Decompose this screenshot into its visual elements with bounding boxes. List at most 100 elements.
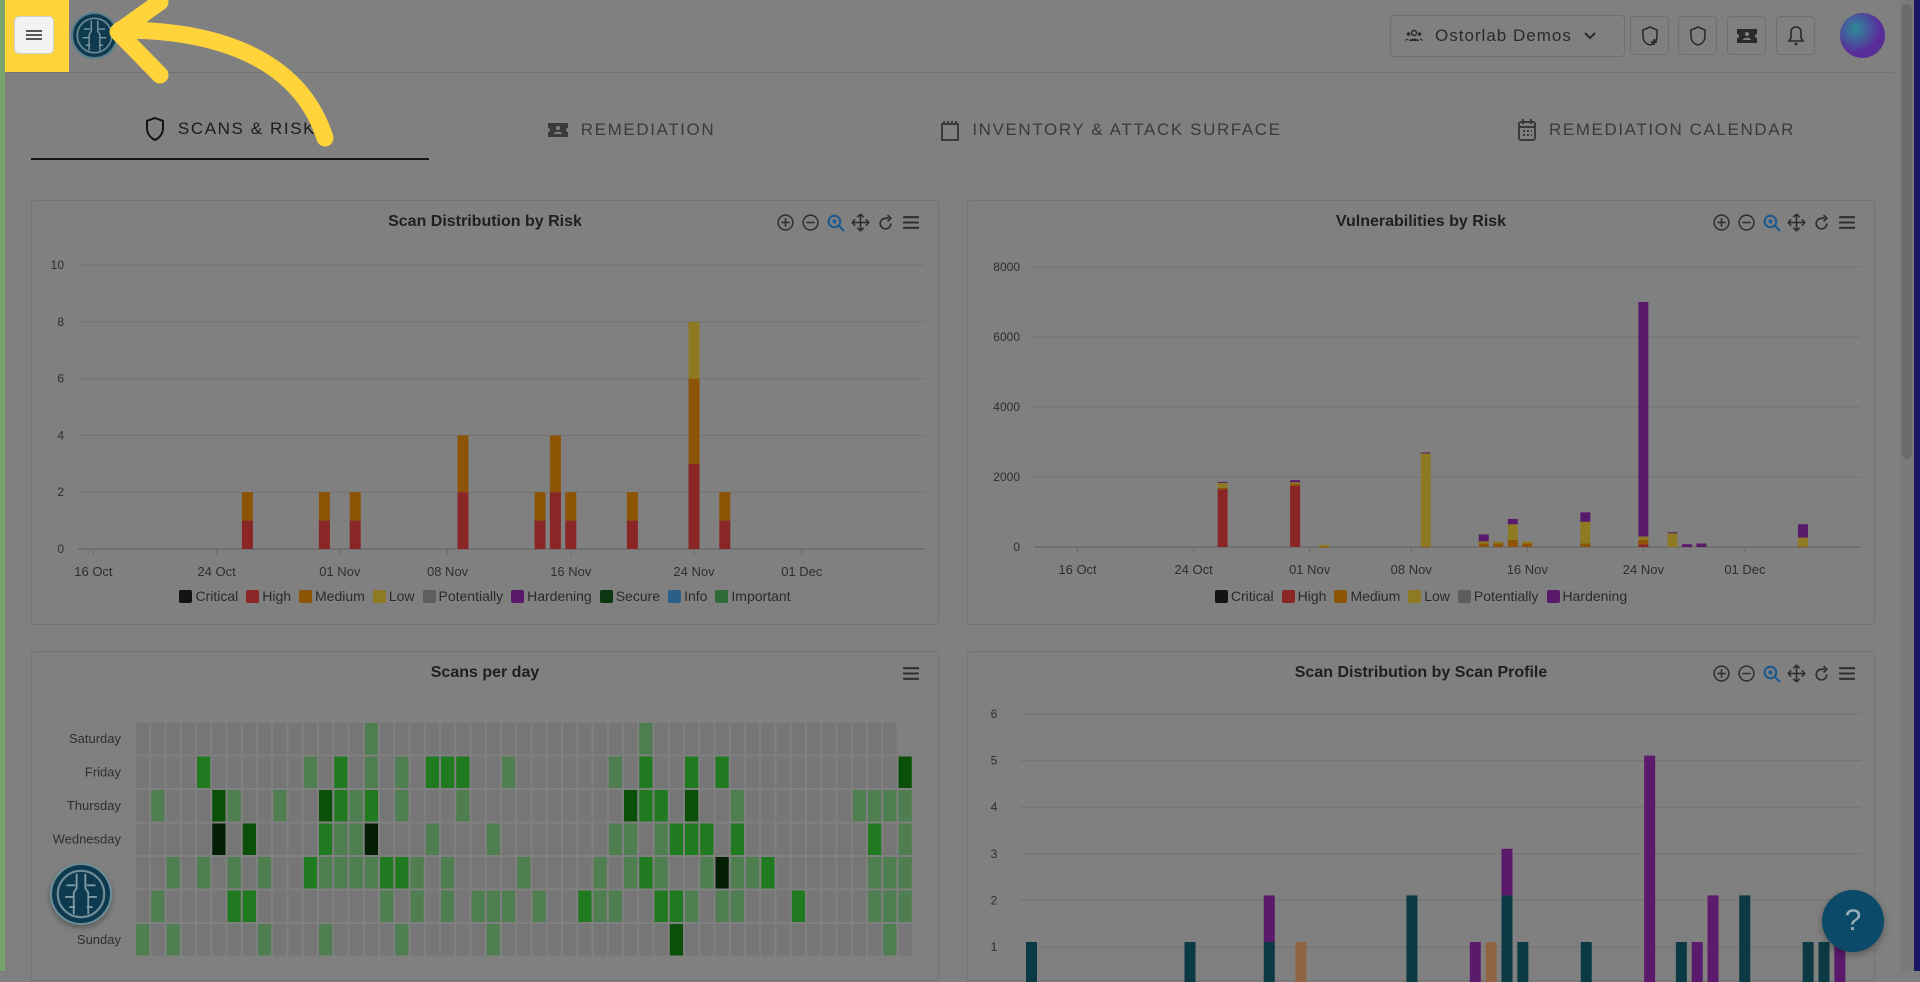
heatmap-cell <box>532 890 546 922</box>
heatmap-cell <box>669 723 683 755</box>
user-avatar[interactable] <box>1840 13 1885 58</box>
bar-segment-medium <box>1319 546 1330 548</box>
heatmap-cell <box>227 823 241 855</box>
heatmap-cell <box>776 823 790 855</box>
legend-swatch <box>422 589 436 603</box>
heatmap-cell <box>136 756 150 788</box>
heatmap-cell <box>319 823 333 855</box>
heatmap-cell <box>380 723 394 755</box>
heatmap-cell <box>334 890 348 922</box>
heatmap-cell <box>197 890 211 922</box>
heatmap-cell <box>547 823 561 855</box>
y-tick-label: 0 <box>1013 540 1020 554</box>
bar-segment-profile_b <box>1469 942 1481 982</box>
tickets-button[interactable] <box>1727 16 1766 55</box>
heatmap-cell <box>486 890 500 922</box>
legend-item-critical[interactable]: Critical <box>179 588 238 604</box>
tab-inventory-attack-surface[interactable]: INVENTORY & ATTACK SURFACE <box>936 100 1286 160</box>
legend-item-potentially[interactable]: Potentially <box>1457 588 1539 604</box>
heatmap-cell <box>486 857 500 889</box>
heatmap-cell <box>242 723 256 755</box>
scrollbar-thumb[interactable] <box>1902 4 1912 459</box>
help-button[interactable]: ? <box>1822 890 1884 952</box>
legend-item-high[interactable]: High <box>1281 588 1326 604</box>
tab-label: REMEDIATION CALENDAR <box>1548 120 1796 139</box>
heatmap-cell <box>273 890 287 922</box>
organization-select[interactable]: Ostorlab Demos <box>1390 15 1625 57</box>
y-tick-label: 6 <box>57 372 64 386</box>
heatmap-cell <box>639 857 653 889</box>
row-label: Friday <box>85 764 122 779</box>
legend-item-secure[interactable]: Secure <box>599 588 660 604</box>
tab-remediation[interactable]: REMEDIATION <box>531 100 731 160</box>
legend-item-important[interactable]: Important <box>715 588 791 604</box>
new-scan-button[interactable] <box>1630 16 1669 55</box>
heatmap-cell <box>837 857 851 889</box>
bar-segment-profile_c <box>1485 942 1497 982</box>
tab-scans-risk[interactable]: SCANS & RISK <box>31 100 429 160</box>
ostorlab-logo[interactable] <box>71 12 118 59</box>
heatmap-cell <box>563 924 577 956</box>
heatmap-cell <box>303 790 317 822</box>
heatmap-cell <box>288 723 302 755</box>
heatmap-cell <box>715 890 729 922</box>
heatmap-cell <box>715 857 729 889</box>
heatmap-cell <box>181 924 195 956</box>
heatmap-cell <box>807 756 821 788</box>
legend-item-hardening[interactable]: Hardening <box>1546 588 1627 604</box>
heatmap-cell <box>593 790 607 822</box>
chevron-down-icon <box>1584 32 1596 40</box>
bar-segment-high <box>457 492 469 549</box>
heatmap-cell <box>532 924 546 956</box>
menu-button[interactable] <box>14 16 54 54</box>
heatmap-cell <box>624 790 638 822</box>
x-tick-label: 16 Oct <box>74 564 113 579</box>
legend-item-medium[interactable]: Medium <box>299 588 365 604</box>
bar-segment-medium <box>1638 540 1649 545</box>
heatmap-cell <box>486 756 500 788</box>
heatmap-cell <box>486 790 500 822</box>
heatmap-cell <box>654 823 668 855</box>
legend-item-critical[interactable]: Critical <box>1214 588 1274 604</box>
y-tick-label: 1 <box>991 940 998 954</box>
heatmap-cell <box>608 790 622 822</box>
heatmap-cell <box>761 857 775 889</box>
legend-item-high[interactable]: High <box>246 588 291 604</box>
heatmap-cell <box>258 823 272 855</box>
legend-item-low[interactable]: Low <box>372 588 415 604</box>
heatmap-cell <box>776 890 790 922</box>
heatmap-cell <box>380 756 394 788</box>
heatmap-cell <box>212 723 226 755</box>
heatmap-cell <box>227 723 241 755</box>
bar-segment-profile_a <box>1026 942 1037 982</box>
heatmap-cell <box>746 756 760 788</box>
y-tick-label: 2000 <box>993 470 1020 484</box>
heatmap-cell <box>471 890 485 922</box>
bar-segment-medium <box>241 492 253 521</box>
heatmap-cell <box>746 924 760 956</box>
heatmap-cell <box>395 723 409 755</box>
heatmap-cell <box>868 756 882 788</box>
heatmap-cell <box>624 924 638 956</box>
legend-item-info[interactable]: Info <box>668 588 707 604</box>
floating-logo-button[interactable] <box>50 863 112 925</box>
heatmap-cell <box>868 890 882 922</box>
heatmap-cell <box>425 924 439 956</box>
legend-item-medium[interactable]: Medium <box>1334 588 1400 604</box>
security-button[interactable] <box>1678 16 1717 55</box>
heatmap-cell <box>502 756 516 788</box>
notifications-button[interactable] <box>1776 16 1815 55</box>
heatmap-cell <box>410 890 424 922</box>
y-tick-label: 5 <box>991 754 998 768</box>
heatmap-cell <box>547 890 561 922</box>
heatmap-cell <box>608 756 622 788</box>
bar-segment-low <box>1638 536 1649 540</box>
bar-segment-medium <box>1290 484 1301 486</box>
tab-remediation-calendar[interactable]: REMEDIATION CALENDAR <box>1496 100 1816 160</box>
page-scrollbar[interactable] <box>1900 0 1914 971</box>
legend-label: Hardening <box>527 588 592 604</box>
heatmap-cell <box>791 790 805 822</box>
legend-item-hardening[interactable]: Hardening <box>511 588 592 604</box>
legend-item-low[interactable]: Low <box>1408 588 1450 604</box>
legend-item-potentially[interactable]: Potentially <box>422 588 503 604</box>
